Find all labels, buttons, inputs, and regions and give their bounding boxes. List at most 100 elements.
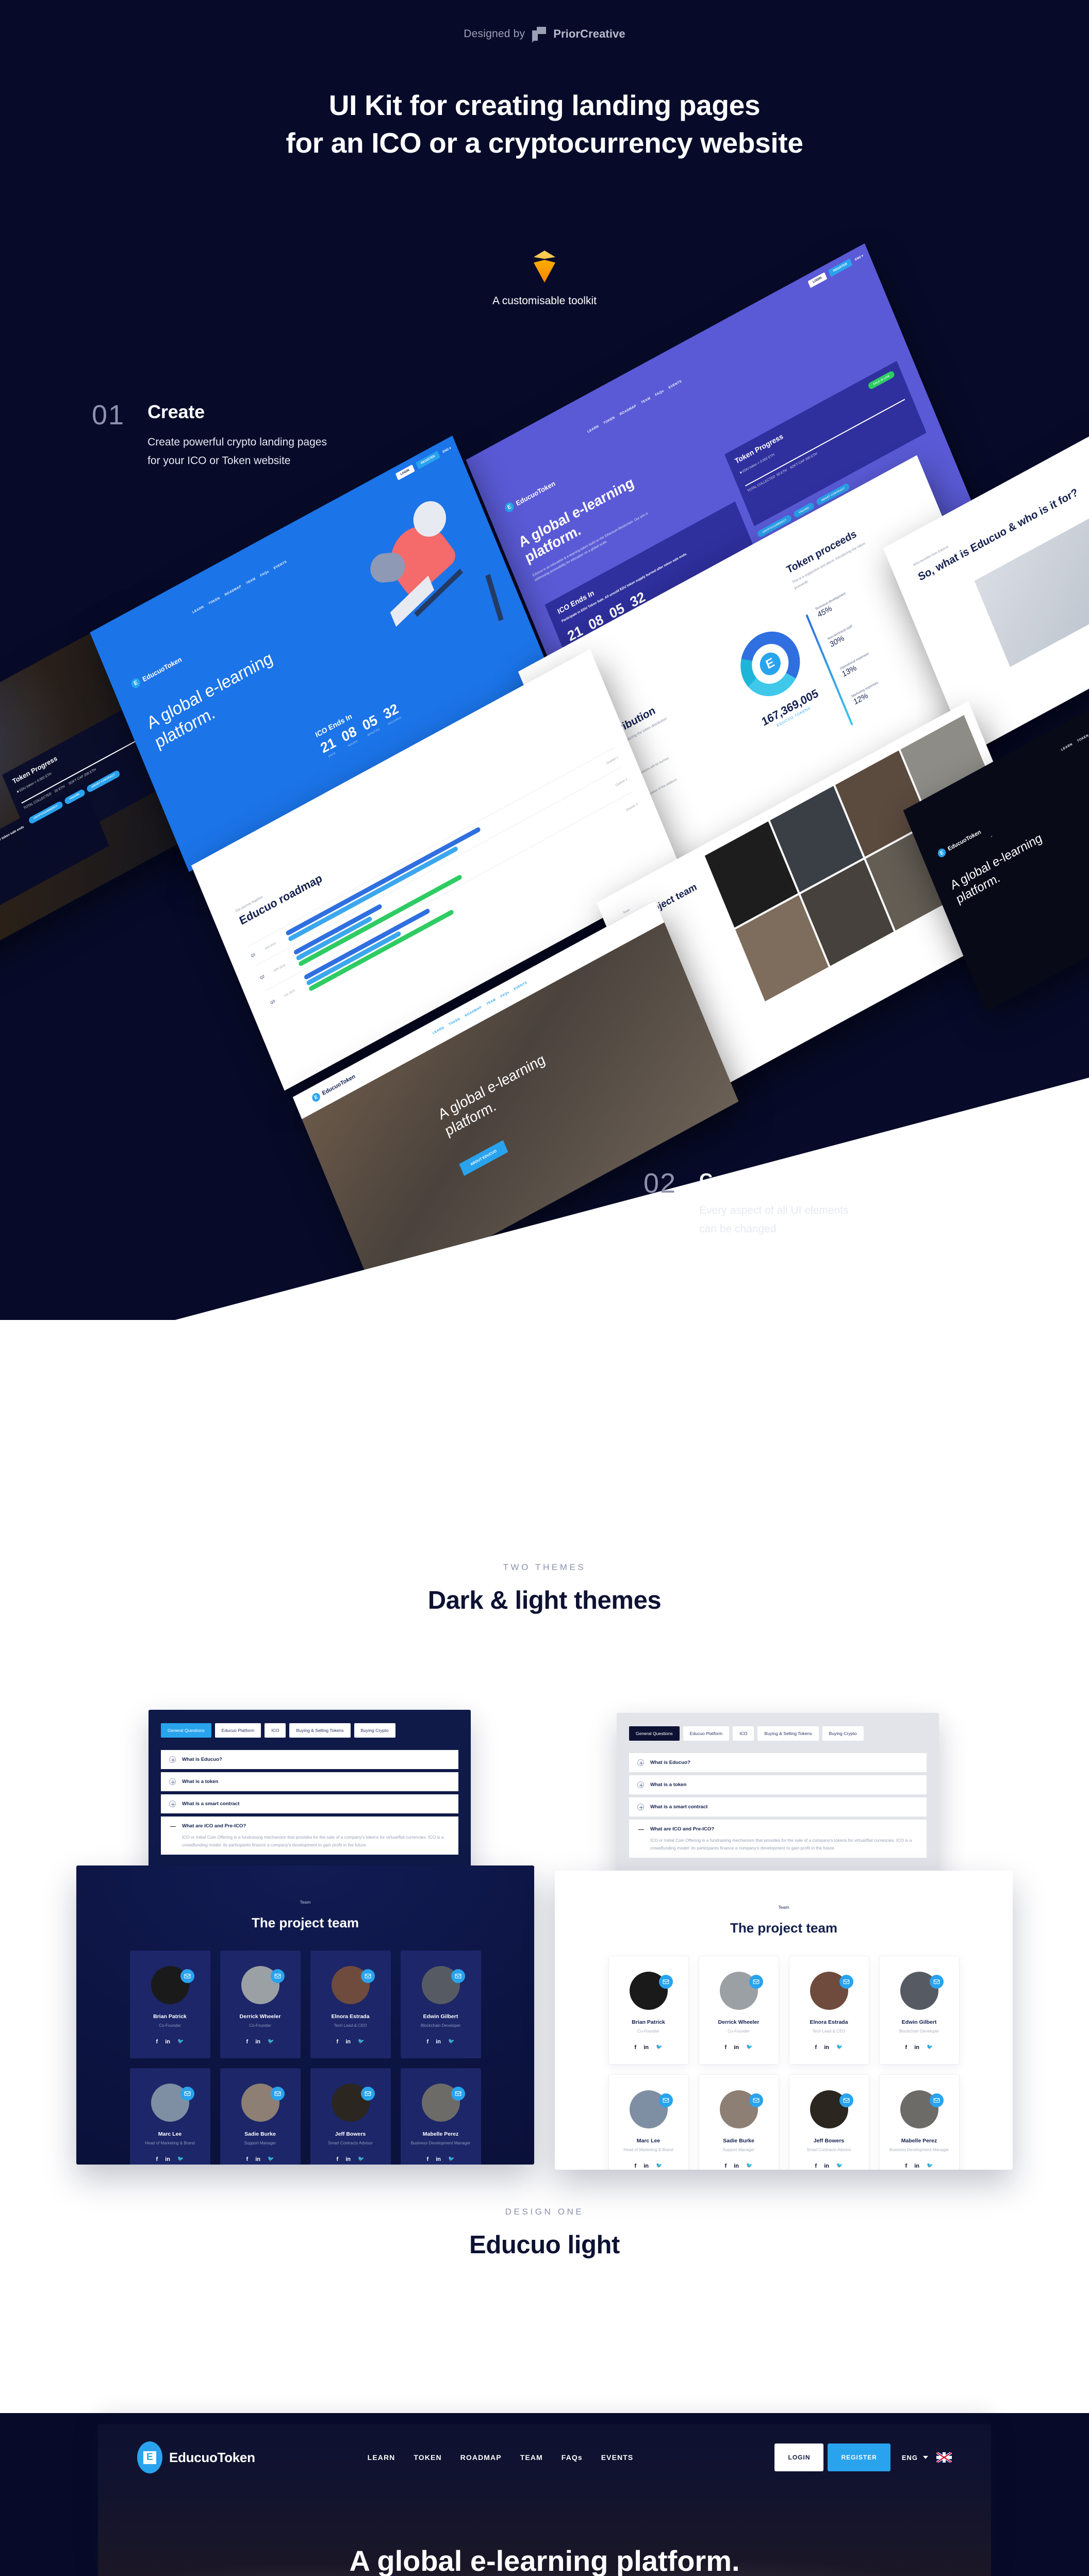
facebook-icon[interactable]: f [905,2045,908,2051]
team-member-card[interactable]: Elnora Estrada Tech Lead & CEO f in 🐦 [788,1956,869,2065]
twitter-icon[interactable]: 🐦 [746,2164,752,2169]
preview-logo[interactable]: E EducuoToken [137,2441,255,2473]
twitter-icon[interactable]: 🐦 [448,2157,454,2162]
faq-tab-buying-selling-tokens[interactable]: Buying & Selling Tokens [289,1723,351,1738]
team-member-card[interactable]: Marc Lee Head of Marketing & Brand f in 🐦 [608,2074,689,2170]
facebook-icon[interactable]: f [427,2039,429,2045]
faq-row[interactable]: What is Educuo? [629,1753,927,1772]
facebook-icon[interactable]: f [725,2045,727,2051]
team-member-card[interactable]: Brian Patrick Co-Founder f in 🐦 [129,1951,210,2058]
team-member-card[interactable]: Brian Patrick Co-Founder f in 🐦 [608,1956,689,2065]
faq-tab-buying-crypto[interactable]: Buying Crypto [354,1723,395,1738]
team-member-card[interactable]: Elnora Estrada Tech Lead & CEO f in 🐦 [310,1951,391,2058]
faq-tab-educuo-platform[interactable]: Educuo Platform [683,1726,730,1741]
facebook-icon[interactable]: f [815,2045,817,2051]
envelope-icon[interactable] [929,1975,944,1989]
faq-row[interactable]: What is a smart contract [161,1794,458,1813]
team-member-card[interactable]: Mabelle Perez Business Development Manage… [879,2074,960,2170]
facebook-icon[interactable]: f [156,2039,158,2045]
linkedin-icon[interactable]: in [734,2045,739,2051]
faq-tab-buying-selling-tokens[interactable]: Buying & Selling Tokens [757,1726,819,1741]
linkedin-icon[interactable]: in [345,2157,351,2162]
nav-link-events[interactable]: EVENTS [601,2453,634,2462]
envelope-icon[interactable] [929,2093,944,2107]
uk-flag-icon[interactable] [936,2452,952,2463]
twitter-icon[interactable]: 🐦 [927,2045,933,2051]
linkedin-icon[interactable]: in [914,2045,919,2051]
team-member-card[interactable]: Edwin Gilbert Blockchain Developer f in 🐦 [400,1951,481,2058]
nav-link-token[interactable]: TOKEN [414,2453,441,2462]
envelope-icon[interactable] [839,2093,853,2107]
nav-link-learn[interactable]: LEARN [368,2453,395,2462]
twitter-icon[interactable]: 🐦 [358,2039,364,2045]
facebook-icon[interactable]: f [815,2164,817,2169]
team-member-card[interactable]: Derrick Wheeler Co-Founder f in 🐦 [698,1956,779,2065]
faq-tab-general-questions[interactable]: General Questions [629,1726,680,1741]
linkedin-icon[interactable]: in [255,2039,260,2045]
facebook-icon[interactable]: f [725,2164,727,2169]
facebook-icon[interactable]: f [246,2157,249,2162]
envelope-icon[interactable] [749,1975,763,1989]
linkedin-icon[interactable]: in [436,2157,441,2162]
faq-row-open[interactable]: What are ICO and Pre-ICO? ICO or Initial… [629,1820,927,1858]
faq-tab-general-questions[interactable]: General Questions [161,1723,211,1738]
envelope-icon[interactable] [749,2093,763,2107]
facebook-icon[interactable]: f [635,2045,637,2051]
twitter-icon[interactable]: 🐦 [927,2164,933,2169]
twitter-icon[interactable]: 🐦 [177,2157,184,2162]
facebook-icon[interactable]: f [156,2157,158,2162]
team-member-card[interactable]: Derrick Wheeler Co-Founder f in 🐦 [220,1951,301,2058]
faq-row[interactable]: What is a token [629,1775,927,1794]
twitter-icon[interactable]: 🐦 [177,2039,184,2045]
envelope-icon[interactable] [270,1969,285,1983]
envelope-icon[interactable] [658,1975,673,1989]
team-member-card[interactable]: Marc Lee Head of Marketing & Brand f in 🐦 [129,2068,210,2165]
facebook-icon[interactable]: f [635,2164,637,2169]
team-member-card[interactable]: Edwin Gilbert Blockchain Developer f in 🐦 [879,1956,960,2065]
nav-link-roadmap[interactable]: ROADMAP [460,2453,502,2462]
envelope-icon[interactable] [451,1969,465,1983]
linkedin-icon[interactable]: in [914,2164,919,2169]
twitter-icon[interactable]: 🐦 [746,2045,752,2051]
facebook-icon[interactable]: f [246,2039,249,2045]
linkedin-icon[interactable]: in [644,2045,649,2051]
faq-tab-ico[interactable]: ICO [733,1726,754,1741]
linkedin-icon[interactable]: in [165,2039,170,2045]
twitter-icon[interactable]: 🐦 [656,2045,662,2051]
linkedin-icon[interactable]: in [824,2164,829,2169]
linkedin-icon[interactable]: in [165,2157,170,2162]
twitter-icon[interactable]: 🐦 [268,2039,274,2045]
twitter-icon[interactable]: 🐦 [448,2039,454,2045]
envelope-icon[interactable] [180,1969,194,1983]
faq-row-open[interactable]: What are ICO and Pre-ICO? ICO or Initial… [161,1817,458,1855]
nav-link-team[interactable]: TEAM [520,2453,543,2462]
login-button[interactable]: LOGIN [774,2443,824,2471]
faq-row[interactable]: What is a smart contract [629,1797,927,1817]
faq-row[interactable]: What is a token [161,1772,458,1791]
twitter-icon[interactable]: 🐦 [656,2164,662,2169]
linkedin-icon[interactable]: in [644,2164,649,2169]
envelope-icon[interactable] [658,2093,673,2107]
team-member-card[interactable]: Jeff Bowers Smart Contracts Advisor f in 🐦 [310,2068,391,2165]
faq-tab-educuo-platform[interactable]: Educuo Platform [214,1723,261,1738]
team-member-card[interactable]: Jeff Bowers Smart Contracts Advisor f in 🐦 [788,2074,869,2170]
team-member-card[interactable]: Mabelle Perez Business Development Manage… [400,2068,481,2165]
twitter-icon[interactable]: 🐦 [268,2157,274,2162]
twitter-icon[interactable]: 🐦 [358,2157,364,2162]
linkedin-icon[interactable]: in [345,2039,351,2045]
linkedin-icon[interactable]: in [734,2164,739,2169]
facebook-icon[interactable]: f [427,2157,429,2162]
envelope-icon[interactable] [180,2087,194,2101]
envelope-icon[interactable] [360,1969,375,1983]
team-member-card[interactable]: Sadie Burke Support Manager f in 🐦 [698,2074,779,2170]
twitter-icon[interactable]: 🐦 [836,2045,843,2051]
language-selector[interactable]: ENG [902,2454,928,2462]
envelope-icon[interactable] [451,2087,465,2101]
register-button[interactable]: REGISTER [828,2443,890,2471]
nav-link-faqs[interactable]: FAQs [562,2453,583,2462]
linkedin-icon[interactable]: in [436,2039,441,2045]
faq-row[interactable]: What is Educuo? [161,1750,458,1769]
faq-tab-ico[interactable]: ICO [265,1723,286,1738]
facebook-icon[interactable]: f [905,2164,908,2169]
linkedin-icon[interactable]: in [824,2045,829,2051]
